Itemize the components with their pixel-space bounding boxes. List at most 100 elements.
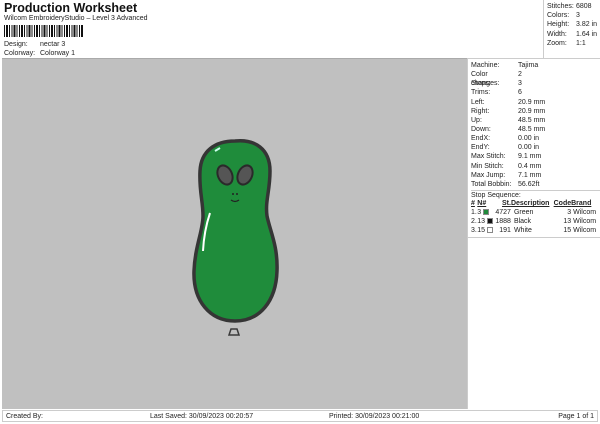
stat-label: Width: bbox=[547, 30, 567, 38]
code: 13 bbox=[563, 217, 572, 225]
info-label: Down: bbox=[471, 125, 491, 133]
stitches: 4727 bbox=[495, 208, 511, 216]
info-label: Stops: bbox=[471, 80, 491, 88]
info-value: 0.4 mm bbox=[518, 162, 542, 170]
stop-sequence-table: document.write([0,1,2,3,4,5].map(i=>`<th… bbox=[471, 199, 598, 235]
color-swatch bbox=[487, 226, 494, 233]
colorway-row: Colorway: Colorway 1 bbox=[4, 50, 75, 57]
info-label: Machine: bbox=[471, 62, 500, 69]
stat-value: 3.82 in bbox=[576, 21, 598, 29]
balloon-body bbox=[192, 139, 279, 323]
info-row: Color changes: 2 bbox=[471, 70, 600, 87]
code: 3 bbox=[567, 208, 572, 216]
info-row: Stops: 3 bbox=[471, 79, 600, 88]
colorway-value: Colorway 1 bbox=[40, 50, 76, 57]
info-label: Trims: bbox=[471, 89, 491, 97]
info-value: 0.00 in bbox=[518, 135, 540, 143]
code: 15 bbox=[563, 226, 572, 234]
page-number: Page 1 of 1 bbox=[558, 413, 594, 420]
app-subtitle: Wilcom EmbroideryStudio – Level 3 Advanc… bbox=[4, 15, 148, 22]
info-value: 3 bbox=[518, 80, 522, 88]
description: Green bbox=[513, 208, 534, 216]
info-value: 20.9 mm bbox=[518, 98, 546, 106]
color-swatch bbox=[487, 217, 494, 224]
design-value: nectar 3 bbox=[40, 41, 66, 48]
stat-row: Colors: 3 bbox=[547, 11, 600, 20]
stat-row: Height: 3.82 in bbox=[547, 20, 600, 29]
info-value: 48.5 mm bbox=[518, 116, 546, 124]
info-label: Left: bbox=[471, 98, 485, 106]
needle-value: 15 bbox=[477, 226, 486, 234]
info-row: Up: 48.5 mm bbox=[471, 116, 600, 125]
balloon-knot bbox=[227, 328, 241, 336]
stitches: 1888 bbox=[495, 217, 511, 225]
info-label: EndY: bbox=[471, 144, 490, 152]
column-header: St. bbox=[501, 199, 511, 207]
info-value: Tajima bbox=[518, 62, 539, 69]
info-row: Max Stitch: 9.1 mm bbox=[471, 152, 600, 161]
design-row: Design: nectar 3 bbox=[4, 41, 65, 48]
stat-value: 1.64 in bbox=[576, 30, 598, 38]
info-row: Trims: 6 bbox=[471, 88, 600, 97]
stat-label: Zoom: bbox=[547, 39, 567, 47]
info-row: EndY: 0.00 in bbox=[471, 143, 600, 152]
info-row: Left: 20.9 mm bbox=[471, 98, 600, 107]
info-value: 9.1 mm bbox=[518, 153, 542, 161]
design-label: Design: bbox=[4, 41, 28, 48]
info-label: EndX: bbox=[471, 135, 491, 143]
needle: 15 bbox=[477, 226, 494, 235]
info-row: Down: 48.5 mm bbox=[471, 125, 600, 134]
info-row: Right: 20.9 mm bbox=[471, 107, 600, 116]
barcode bbox=[4, 25, 84, 37]
column-header: Brand bbox=[571, 199, 592, 207]
column-header: Code bbox=[553, 199, 572, 207]
info-label: Right: bbox=[471, 107, 490, 115]
stat-value: 3 bbox=[576, 12, 580, 20]
alien-balloon-design bbox=[192, 139, 279, 336]
design-preview bbox=[2, 58, 467, 409]
info-label: Max Jump: bbox=[471, 171, 506, 179]
info-row: Machine: Tajima bbox=[471, 61, 600, 70]
info-label: Total Bobbin: bbox=[471, 180, 512, 188]
info-panel: document.write([...Array(14).keys()].map… bbox=[467, 58, 600, 409]
column-header: N# bbox=[477, 199, 487, 207]
info-label: Max Stitch: bbox=[471, 153, 506, 161]
needle: 3 bbox=[477, 208, 494, 217]
table-row: 3. 15 191 White 15 Wilcom bbox=[471, 226, 598, 235]
stat-label: Stitches: bbox=[547, 3, 574, 10]
stop-sequence-label: Stop Sequence: bbox=[471, 189, 600, 199]
stat-value: 1:1 bbox=[576, 39, 586, 47]
info-value: 2 bbox=[518, 71, 522, 79]
needle-value: 3 bbox=[477, 208, 482, 216]
info-value: 20.9 mm bbox=[518, 107, 546, 115]
brand: Wilcom bbox=[573, 226, 597, 234]
stats-box: document.write([0,1,2,3,4].map(i=>`<div … bbox=[543, 0, 600, 58]
stat-row: Stitches: 6808 bbox=[547, 2, 600, 11]
info-row: Max Jump: 7.1 mm bbox=[471, 171, 600, 180]
info-value: 6 bbox=[518, 89, 522, 97]
table-row: 2. 13 1888 Black 13 Wilcom bbox=[471, 217, 598, 226]
printed-date: Printed: 30/09/2023 00:21:00 bbox=[329, 413, 420, 420]
info-row: Total Bobbin: 56.62ft bbox=[471, 180, 600, 189]
info-value: 56.62ft bbox=[518, 180, 540, 188]
column-header: Description bbox=[510, 199, 550, 207]
stat-label: Colors: bbox=[547, 12, 570, 20]
color-swatch bbox=[483, 208, 490, 215]
info-label: Up: bbox=[471, 116, 482, 124]
created-by: Created By: bbox=[6, 413, 43, 420]
colorway-label: Colorway: bbox=[4, 50, 36, 57]
brand: Wilcom bbox=[573, 217, 597, 225]
info-value: 0.00 in bbox=[518, 144, 540, 152]
stat-label: Height: bbox=[547, 21, 570, 29]
stat-row: Width: 1.64 in bbox=[547, 30, 600, 39]
info-row: EndX: 0.00 in bbox=[471, 134, 600, 143]
table-row: 1. 3 4727 Green 3 Wilcom bbox=[471, 208, 598, 217]
needle-value: 13 bbox=[477, 217, 486, 225]
info-label: Min Stitch: bbox=[471, 162, 504, 170]
stat-value: 6808 bbox=[576, 3, 592, 10]
info-row: Min Stitch: 0.4 mm bbox=[471, 162, 600, 171]
page-title: Production Worksheet bbox=[4, 1, 138, 15]
stitches: 191 bbox=[499, 226, 511, 234]
brand: Wilcom bbox=[573, 208, 597, 216]
needle: 13 bbox=[477, 217, 494, 226]
